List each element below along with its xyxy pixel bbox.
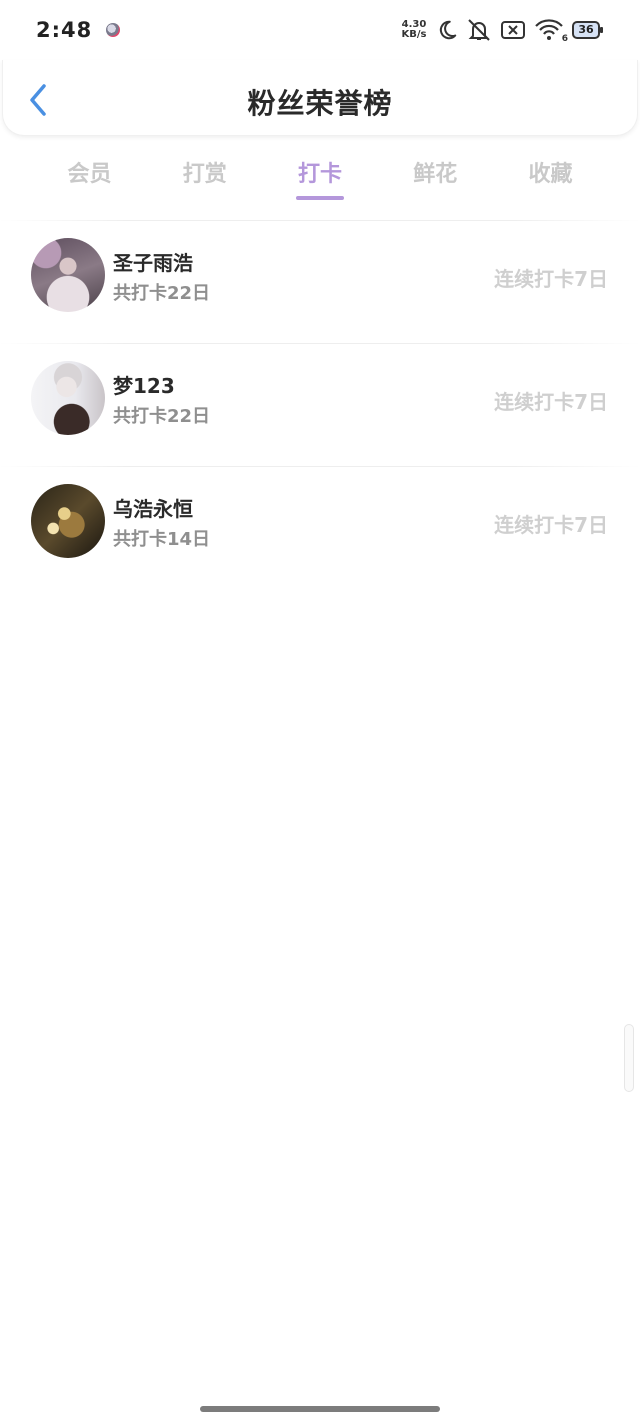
avatar[interactable]: [31, 238, 105, 312]
mute-icon: [466, 18, 492, 42]
tab-active-indicator: [296, 196, 344, 200]
list-item[interactable]: 梦123 共打卡22日 连续打卡7日: [0, 343, 640, 466]
battery-icon: 36: [572, 21, 604, 39]
tab-members[interactable]: 会员: [32, 150, 147, 206]
scrollbar[interactable]: [624, 1024, 634, 1092]
total-checkin: 共打卡22日: [113, 283, 211, 304]
network-speed: 4.30 KB/s: [400, 20, 428, 40]
tab-bar: 会员 打赏 打卡 鲜花 收藏: [32, 150, 608, 206]
total-checkin: 共打卡14日: [113, 529, 211, 550]
tab-label: 打卡: [297, 162, 342, 187]
tab-flowers[interactable]: 鲜花: [378, 150, 493, 206]
tab-tips[interactable]: 打赏: [147, 150, 262, 206]
app-header: 粉丝荣誉榜: [2, 60, 638, 136]
status-icons: 4.30 KB/s 6 36: [400, 18, 604, 44]
fan-list: 圣子雨浩 共打卡22日 连续打卡7日 梦123 共打卡22日 连续打卡7日 乌浩…: [0, 220, 640, 589]
avatar[interactable]: [31, 484, 105, 558]
tab-checkin[interactable]: 打卡: [263, 150, 378, 206]
total-checkin: 共打卡22日: [113, 406, 211, 427]
avatar[interactable]: [31, 361, 105, 435]
status-time: 2:48: [36, 18, 93, 42]
battery-level: 36: [578, 23, 594, 36]
home-indicator[interactable]: [200, 1406, 440, 1412]
notification-app-icon: [106, 23, 121, 37]
tab-label: 会员: [67, 162, 112, 187]
wifi-icon: 6: [534, 18, 568, 44]
tab-label: 打赏: [182, 162, 227, 187]
checkin-streak: 连续打卡7日: [494, 267, 608, 291]
checkin-streak: 连续打卡7日: [494, 513, 608, 537]
no-sim-icon: [500, 19, 526, 41]
page-title: 粉丝荣誉榜: [247, 87, 393, 120]
status-bar: 2:48 4.30 KB/s 6 36: [0, 0, 640, 60]
list-item[interactable]: 圣子雨浩 共打卡22日 连续打卡7日: [0, 220, 640, 343]
checkin-streak: 连续打卡7日: [494, 390, 608, 414]
user-name: 乌浩永恒: [113, 497, 193, 521]
network-speed-unit: KB/s: [401, 29, 427, 40]
tab-label: 鲜花: [413, 162, 458, 187]
user-name: 梦123: [113, 374, 175, 398]
tab-label: 收藏: [528, 162, 573, 187]
tab-favorites[interactable]: 收藏: [493, 150, 608, 206]
wifi-label: 6: [561, 34, 568, 44]
user-name: 圣子雨浩: [113, 251, 193, 275]
list-item[interactable]: 乌浩永恒 共打卡14日 连续打卡7日: [0, 466, 640, 589]
moon-icon: [436, 19, 458, 41]
